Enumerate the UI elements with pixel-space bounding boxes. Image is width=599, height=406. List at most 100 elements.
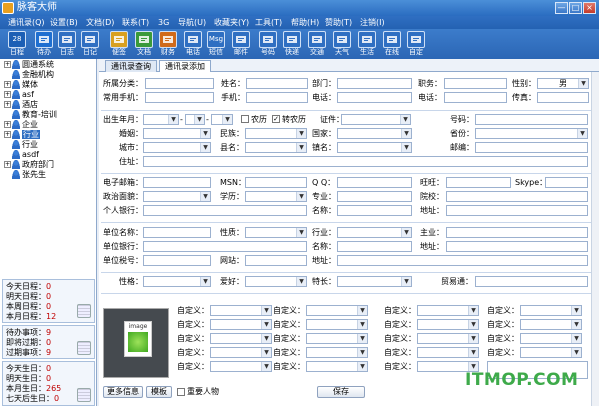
custom-select[interactable] (417, 305, 479, 316)
tree-item[interactable]: + 圆通系统 (4, 60, 54, 70)
custom-select[interactable] (417, 347, 479, 358)
tree-item[interactable]: + 政府部门 (4, 160, 54, 170)
menu-nav[interactable]: 导航(U) (178, 17, 206, 28)
birth-month-select[interactable] (185, 114, 205, 125)
marriage-select[interactable] (143, 128, 211, 139)
tab-query[interactable]: 通讯录查询 (105, 60, 157, 72)
idno-input[interactable] (475, 114, 588, 125)
tree-item[interactable]: + 媒体 (4, 80, 38, 90)
expand-icon[interactable]: + (4, 121, 11, 128)
tree-item[interactable]: + asf (4, 90, 34, 100)
template-button[interactable]: 模板 (146, 386, 172, 398)
expand-icon[interactable]: + (4, 101, 11, 108)
custom-select[interactable] (306, 333, 368, 344)
toolbar-sms-button[interactable]: Msg 短信 (206, 31, 226, 57)
toolbar-calendar-button[interactable]: 28 日程 (7, 31, 27, 57)
character-select[interactable] (143, 276, 211, 287)
menu-3g[interactable]: 3G (158, 17, 169, 28)
birth-day-select[interactable] (211, 114, 233, 125)
hobby-select[interactable] (245, 276, 307, 287)
province-select[interactable] (475, 128, 588, 139)
toolbar-phone-button[interactable]: 电话 (183, 31, 203, 57)
custom-select[interactable] (520, 333, 582, 344)
notebook-icon[interactable] (77, 341, 91, 355)
fax-input[interactable] (537, 92, 589, 103)
custom-select[interactable] (306, 361, 368, 372)
birth-year-select[interactable] (143, 114, 179, 125)
account-input[interactable] (337, 205, 412, 216)
wangwang-input[interactable] (446, 177, 511, 188)
toolbar-ie-button[interactable]: 在线 (382, 31, 402, 57)
scrollbar[interactable] (591, 72, 599, 406)
company-account-input[interactable] (337, 241, 412, 252)
msn-input[interactable] (245, 177, 307, 188)
address-input[interactable] (143, 156, 588, 167)
toolbar-mail-button[interactable]: 邮件 (231, 31, 251, 57)
expand-icon[interactable]: + (4, 61, 11, 68)
custom-select[interactable] (210, 361, 272, 372)
expand-icon[interactable]: + (4, 161, 11, 168)
nation-select[interactable] (245, 128, 307, 139)
bank-input[interactable] (143, 205, 307, 216)
menu-settings[interactable]: 设置(B) (50, 17, 78, 28)
tree-item[interactable]: + 企业 (4, 120, 38, 130)
tree-item[interactable]: 金融机构 (12, 70, 54, 80)
major-input[interactable] (337, 191, 412, 202)
tree-item[interactable]: asdf (12, 150, 39, 160)
bank-address-input[interactable] (446, 205, 588, 216)
name-input[interactable] (246, 78, 308, 89)
custom-select[interactable] (417, 319, 479, 330)
toolbar-finance-button[interactable]: 财务 (158, 31, 178, 57)
website-input[interactable] (245, 255, 307, 266)
qq-input[interactable] (337, 177, 412, 188)
tree-item[interactable]: + 酒店 (4, 100, 38, 110)
more-info-button[interactable]: 更多信息 (103, 386, 143, 398)
gender-select[interactable]: 男 (537, 78, 589, 89)
custom-select[interactable] (210, 333, 272, 344)
industry-select[interactable] (337, 227, 412, 238)
custom-select[interactable] (306, 319, 368, 330)
toolbar-number-button[interactable]: 号码 (258, 31, 278, 57)
toolbar-weather-button[interactable]: 天气 (332, 31, 352, 57)
menu-docs[interactable]: 文档(D) (86, 17, 114, 28)
company-address-input[interactable] (337, 255, 588, 266)
tree-item[interactable]: + 行业 (4, 130, 40, 140)
toolbar-log-button[interactable]: 日志 (57, 31, 77, 57)
expand-icon[interactable]: + (4, 91, 11, 98)
education-select[interactable] (245, 191, 307, 202)
minimize-button[interactable]: — (555, 2, 568, 14)
tree-item[interactable]: 张先生 (12, 170, 46, 180)
skype-input[interactable] (545, 177, 588, 188)
skill-select[interactable] (337, 276, 412, 287)
custom-select[interactable] (520, 305, 582, 316)
custom-select[interactable] (417, 333, 479, 344)
nature-select[interactable] (245, 227, 307, 238)
company-bank-input[interactable] (143, 241, 307, 252)
custom-select[interactable] (306, 347, 368, 358)
menu-favorites[interactable]: 收藏夹(Y) (214, 17, 249, 28)
country-select[interactable] (337, 128, 412, 139)
menu-sponsor[interactable]: 赞助(T) (325, 17, 352, 28)
photo-box[interactable]: image (103, 308, 169, 378)
toolbar-check-button[interactable]: 待办 (34, 31, 54, 57)
id-type-select[interactable] (341, 114, 411, 125)
custom-select[interactable] (210, 319, 272, 330)
trade-input[interactable] (475, 276, 588, 287)
maximize-button[interactable]: □ (569, 2, 582, 14)
menu-logout[interactable]: 注销(I) (360, 17, 385, 28)
toolbar-folder-button[interactable]: 文档 (134, 31, 154, 57)
town-select[interactable] (337, 142, 412, 153)
convert-lunar-checkbox[interactable]: ✓ (272, 115, 280, 123)
custom-select[interactable] (210, 305, 272, 316)
close-button[interactable]: × (583, 2, 596, 14)
menu-help[interactable]: 帮助(H) (291, 17, 319, 28)
notebook-icon[interactable] (77, 388, 91, 402)
politic-select[interactable] (143, 191, 211, 202)
custom-select[interactable] (210, 347, 272, 358)
zip-input[interactable] (475, 142, 588, 153)
menu-contacts[interactable]: 通讯录(Q) (8, 17, 45, 28)
toolbar-express-button[interactable]: 快递 (282, 31, 302, 57)
county-select[interactable] (245, 142, 307, 153)
mobile-input[interactable] (145, 92, 214, 103)
group-input[interactable] (145, 78, 214, 89)
